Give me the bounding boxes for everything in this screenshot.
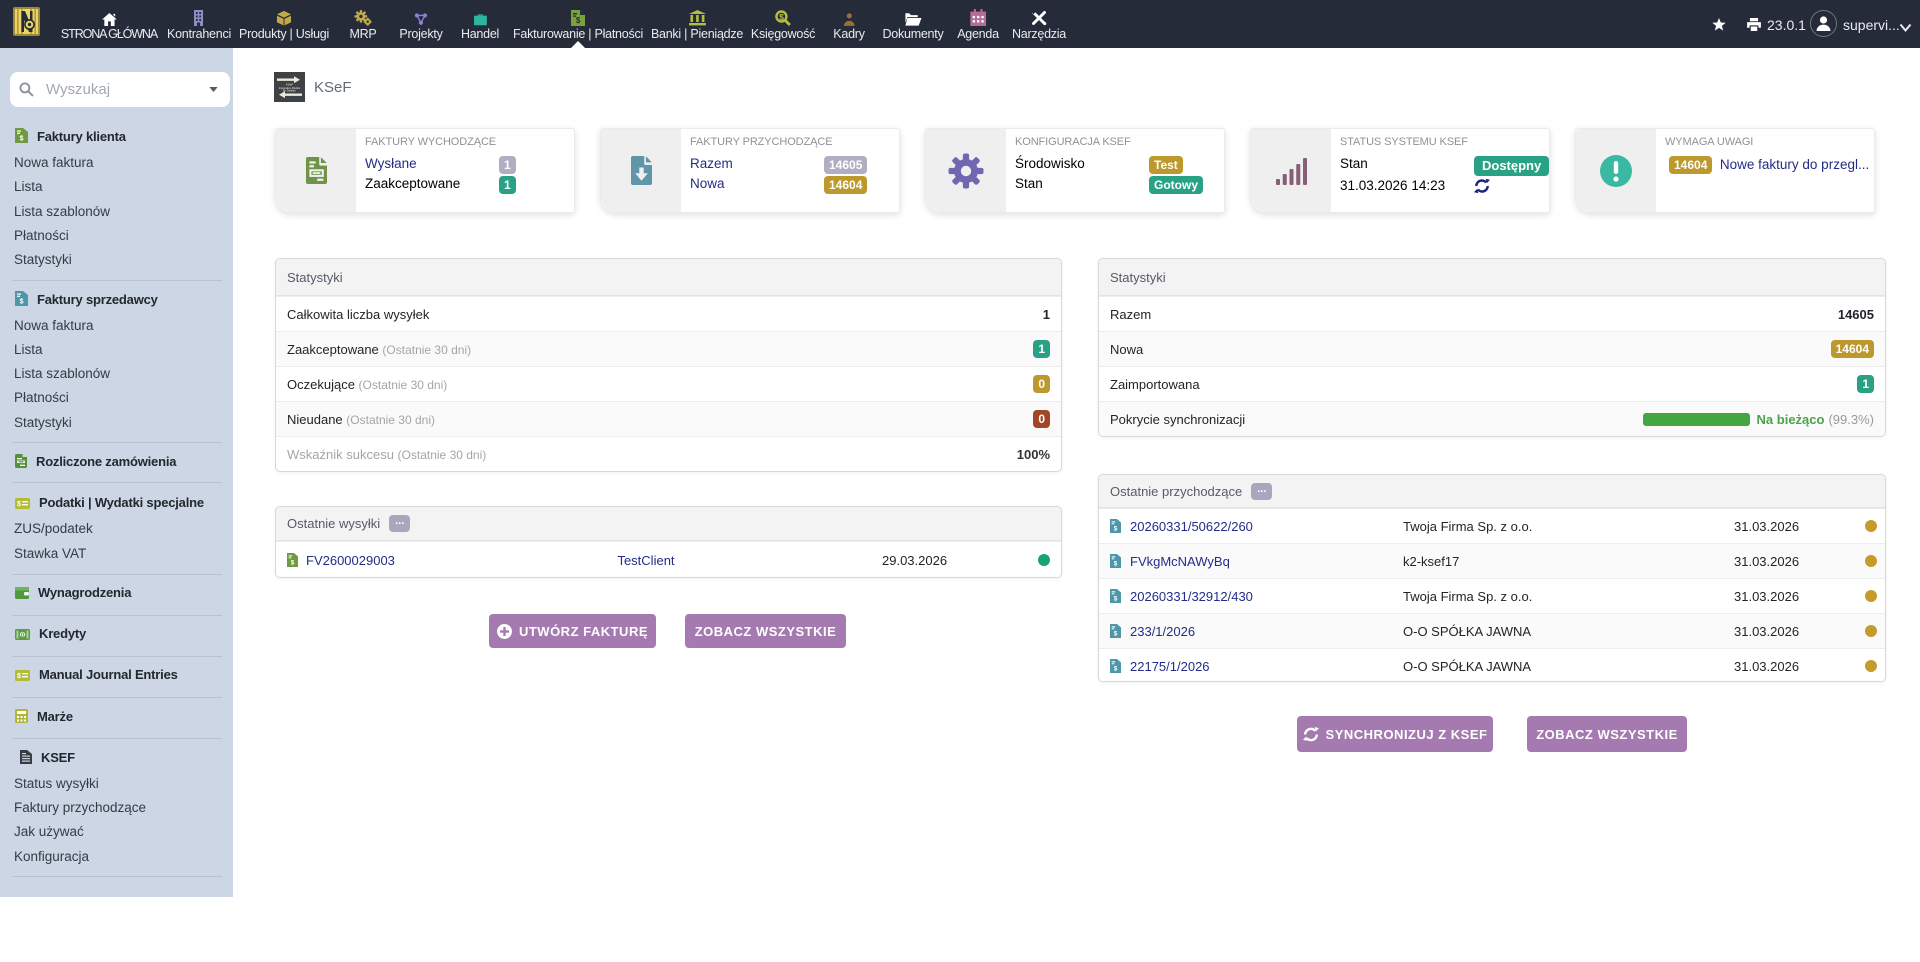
svg-text:for Dolibarr: for Dolibarr	[283, 89, 296, 93]
svg-text:$: $	[291, 559, 295, 566]
svg-text:$: $	[1114, 666, 1118, 673]
svg-text:$: $	[20, 299, 24, 306]
svg-text:$: $	[17, 501, 21, 508]
svg-text:$: $	[20, 136, 24, 143]
svg-text:$: $	[779, 12, 784, 22]
svg-text:$: $	[1114, 561, 1118, 568]
svg-text:$: $	[1114, 596, 1118, 603]
svg-text:$: $	[1114, 526, 1118, 533]
svg-text:$: $	[1114, 631, 1118, 638]
svg-text:$: $	[17, 673, 21, 680]
